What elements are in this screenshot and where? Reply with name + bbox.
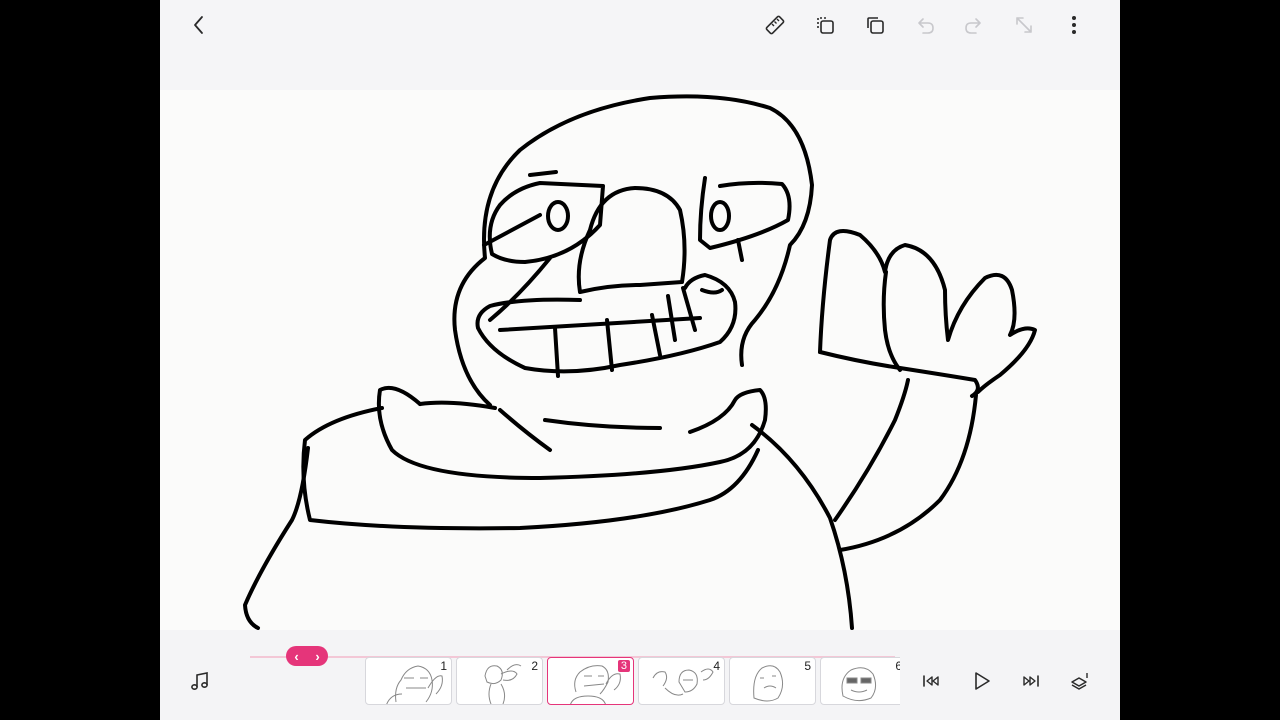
fullscreen-button[interactable] (1009, 10, 1039, 40)
frame-number: 2 (531, 659, 538, 673)
more-vertical-icon (1072, 16, 1076, 34)
skip-to-start-icon (923, 675, 939, 687)
animation-app: ‹ › 1 2 3 4 5 (160, 0, 1120, 720)
top-toolbar (160, 0, 1120, 90)
back-button[interactable] (184, 10, 214, 40)
undo-icon (918, 18, 934, 34)
frame-preview (386, 665, 443, 704)
music-note-icon (191, 672, 208, 691)
frame-number: 6 (895, 659, 900, 673)
frame-number: 5 (804, 659, 811, 673)
skip-to-end-icon (1023, 675, 1039, 687)
frame-number: 3 (617, 660, 630, 672)
copy-frame-icon (817, 17, 834, 34)
first-frame-button[interactable] (916, 666, 946, 696)
timeline-bar: ‹ › 1 2 3 4 5 (160, 630, 1120, 720)
expand-icon (1016, 17, 1032, 33)
copy-frame-button[interactable] (810, 10, 840, 40)
frame-thumbnail-6[interactable]: 6 (820, 657, 900, 705)
sound-button[interactable] (185, 666, 215, 696)
ruler-icon (765, 15, 785, 35)
drawing-canvas[interactable] (160, 90, 1120, 630)
frame-thumbnail-1[interactable]: 1 (365, 657, 452, 705)
more-options-button[interactable] (1059, 10, 1089, 40)
ruler-button[interactable] (760, 10, 790, 40)
scrub-left-arrow[interactable]: ‹ (294, 649, 298, 664)
chevron-left-icon (194, 16, 203, 34)
frame-thumbnail-2[interactable]: 2 (456, 657, 543, 705)
play-button[interactable] (966, 666, 996, 696)
frame-preview (753, 665, 784, 702)
frame-list: 1 2 3 4 5 (365, 657, 900, 707)
frame-thumbnail-4[interactable]: 4 (638, 657, 725, 705)
frame-number: 4 (713, 659, 720, 673)
frame-preview (841, 667, 877, 702)
frame-thumbnail-5[interactable]: 5 (729, 657, 816, 705)
layers-icon (1071, 673, 1088, 690)
scrub-right-arrow[interactable]: › (315, 649, 319, 664)
frame-number: 1 (440, 659, 447, 673)
sketch-drawing (243, 94, 1037, 630)
duplicate-frame-button[interactable] (860, 10, 890, 40)
layers-button[interactable] (1065, 666, 1095, 696)
redo-button[interactable] (959, 10, 989, 40)
frame-preview (652, 668, 714, 696)
frame-scrubber[interactable]: ‹ › (286, 646, 328, 666)
frame-thumbnail-3[interactable]: 3 (547, 657, 634, 705)
redo-icon (965, 18, 981, 34)
play-icon (975, 672, 990, 690)
last-frame-button[interactable] (1016, 666, 1046, 696)
undo-button[interactable] (910, 10, 940, 40)
duplicate-icon (867, 17, 884, 34)
frame-preview (484, 664, 522, 704)
